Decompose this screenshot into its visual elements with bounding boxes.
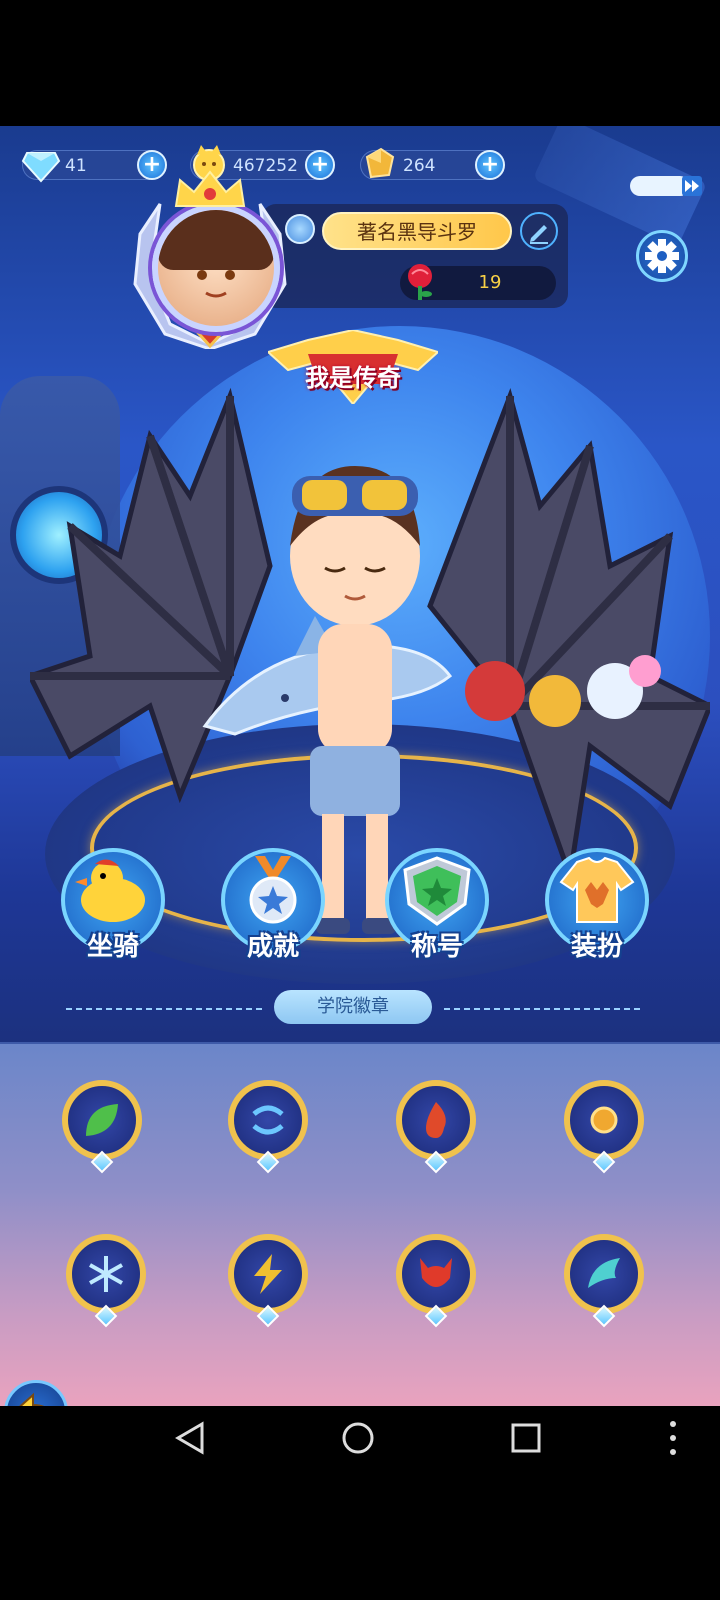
achievement-button[interactable]: 成就: [218, 848, 328, 968]
badge-sun[interactable]: [550, 1066, 658, 1174]
back-button[interactable]: [4, 1380, 68, 1406]
add-cat-coin-button[interactable]: +: [305, 150, 335, 180]
fire-badge-icon: [426, 1102, 446, 1138]
achievement-label: 成就: [246, 932, 299, 962]
lightning-badge-icon: [254, 1254, 282, 1294]
leaf-badge-icon: [86, 1104, 118, 1136]
rose-icon: [408, 264, 432, 300]
crown-icon: [174, 170, 246, 207]
outfit-button[interactable]: 装扮: [542, 848, 652, 968]
outfit-sweater-icon: [559, 856, 635, 923]
duck-mount-icon: [75, 859, 145, 922]
mount-label: 坐骑: [86, 932, 139, 962]
badge-wind[interactable]: [214, 1066, 322, 1174]
title-button[interactable]: 称号: [382, 848, 492, 968]
rose-count: 19: [478, 272, 502, 293]
diamond-value: 41: [65, 156, 87, 176]
badge-wing[interactable]: [550, 1220, 658, 1328]
outfit-label: 装扮: [570, 932, 623, 962]
recent-apps-icon[interactable]: [508, 1420, 544, 1456]
avatar-face: [197, 270, 235, 298]
player-name[interactable]: 著名黑导斗罗: [322, 212, 512, 250]
player-title: 我是传奇: [305, 364, 401, 392]
section-divider-left: [66, 1008, 262, 1010]
back-nav-icon[interactable]: [172, 1420, 208, 1456]
medal-icon: [249, 856, 297, 924]
wind-badge-icon: [252, 1105, 284, 1135]
badge-leaf[interactable]: [48, 1066, 156, 1174]
badge-lightning[interactable]: [214, 1220, 322, 1328]
diamond-icon: [21, 152, 61, 183]
edit-name-button[interactable]: [520, 212, 558, 250]
wing-badge-icon: [588, 1258, 620, 1288]
more-icon[interactable]: [666, 1418, 680, 1458]
sun-badge-icon: [590, 1106, 618, 1134]
title-shield-icon: [403, 856, 471, 926]
demon-badge-icon: [420, 1258, 452, 1287]
settings-button[interactable]: [636, 230, 688, 282]
fast-forward-icon[interactable]: [630, 174, 702, 198]
status-bar-area: [0, 0, 720, 126]
avatar-hair: [158, 210, 274, 270]
badge-demon[interactable]: [382, 1220, 490, 1328]
gold-ore-value: 264: [403, 156, 436, 176]
academy-badge-tab[interactable]: 学院徽章: [274, 990, 432, 1024]
snowflake-badge-icon: [89, 1256, 123, 1292]
back-arrow-icon: [19, 1392, 44, 1406]
title-label: 称号: [410, 932, 463, 962]
pencil-icon: [530, 225, 548, 244]
game-scene: 41 + 467252 + 264 + 著名黑导斗罗 19 我是传奇 坐骑 成就…: [0, 126, 720, 1406]
add-gold-ore-button[interactable]: +: [475, 150, 505, 180]
home-nav-icon[interactable]: [340, 1420, 376, 1456]
avatar[interactable]: [152, 204, 280, 332]
section-divider-right: [444, 1008, 640, 1010]
gender-icon: [285, 214, 315, 244]
badge-fire[interactable]: [382, 1066, 490, 1174]
pet-companions: [465, 655, 661, 727]
gold-ore-counter: 264 +: [360, 147, 505, 180]
gear-icon: [645, 239, 679, 273]
badge-snowflake[interactable]: [52, 1220, 160, 1328]
mount-button[interactable]: 坐骑: [58, 848, 168, 968]
gold-ore-icon: [365, 147, 395, 179]
